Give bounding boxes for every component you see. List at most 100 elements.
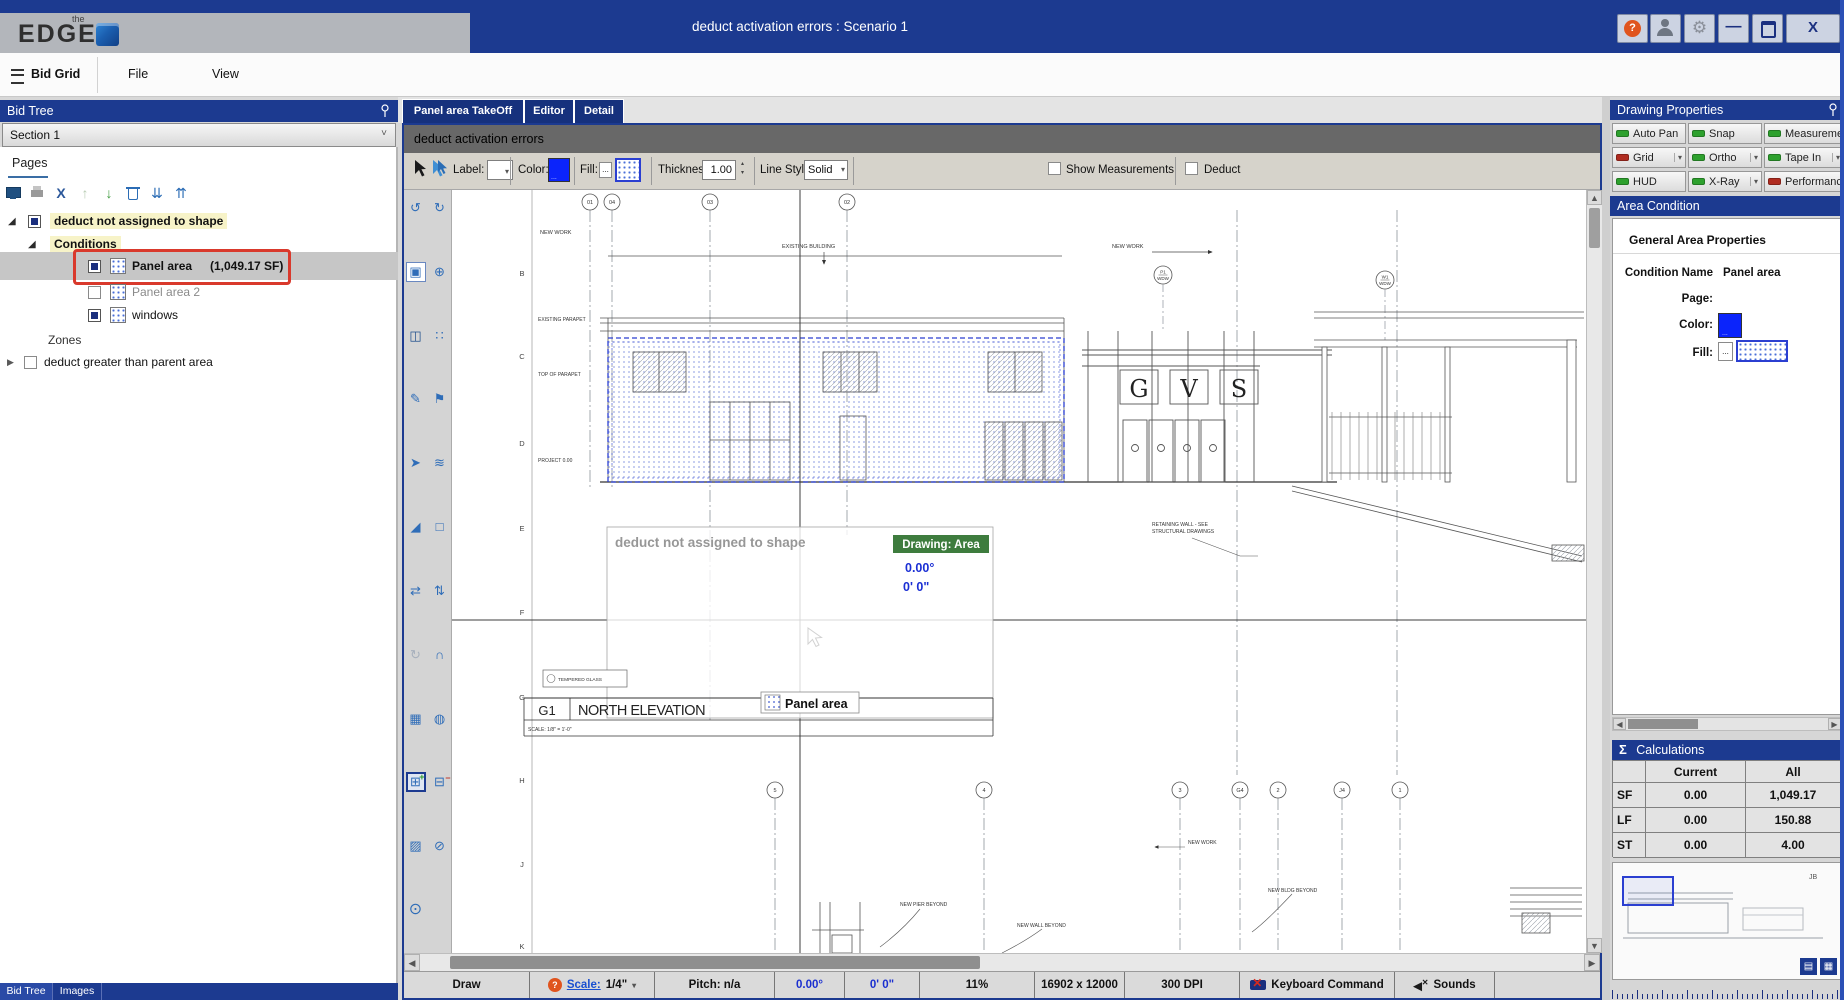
settings-button[interactable]: ⚙ [1684, 14, 1715, 43]
tree-row-panel-area[interactable]: Panel area (1,049.17 SF) [0, 252, 398, 280]
magnify-icon[interactable]: ⊙ [406, 900, 426, 920]
arc-icon[interactable]: ∩ [430, 645, 450, 665]
scroll-down-icon[interactable]: ▼ [1587, 938, 1602, 953]
tree-row-deduct-zone[interactable]: ▶ deduct greater than parent area [0, 351, 398, 373]
tree-row-panel-area-2[interactable]: Panel area 2 [0, 281, 398, 303]
tree-row-deduct-page[interactable]: ◢ deduct not assigned to shape [0, 210, 398, 232]
color-swatch[interactable]: ... [548, 158, 570, 182]
undo-icon[interactable]: ↺ [406, 198, 426, 218]
deduct-checkbox[interactable] [1185, 162, 1198, 175]
tree-checkbox[interactable] [28, 215, 41, 228]
show-measurements-checkbox[interactable] [1048, 162, 1061, 175]
flip-horizontal-icon[interactable]: ⇄ [406, 581, 426, 601]
menu-file[interactable]: File [128, 67, 148, 81]
hscroll-thumb[interactable] [450, 956, 980, 969]
rotate-icon[interactable]: ↻ [406, 645, 426, 665]
collapse-tree-icon[interactable]: ⇈ [172, 184, 190, 202]
scroll-left-icon[interactable]: ◀ [1613, 718, 1626, 730]
add-area-icon[interactable]: ⊞+ [406, 772, 426, 792]
tab-editor[interactable]: Editor [525, 100, 573, 123]
tree-checkbox[interactable] [24, 356, 37, 369]
move-up-icon[interactable]: ↑ [76, 184, 94, 202]
print-icon[interactable] [28, 184, 46, 202]
help-button[interactable]: ? [1617, 14, 1648, 43]
navigator-viewport[interactable] [1623, 877, 1673, 905]
toggle-measurements[interactable]: Measurements [1764, 123, 1844, 144]
redo-icon[interactable]: ↻ [430, 198, 450, 218]
hatch-area-icon[interactable]: ▨ [406, 836, 426, 856]
right-splitter[interactable] [1602, 97, 1610, 1000]
hatch-circle-icon[interactable]: ⊘ [430, 836, 450, 856]
layers-icon[interactable]: ◫ [406, 326, 426, 346]
panel-area-canvas-label[interactable]: Panel area [761, 692, 859, 713]
pages-tab[interactable]: Pages [12, 156, 47, 170]
condition-fill-swatch[interactable] [1736, 340, 1788, 362]
tab-panel-area-takeoff[interactable]: Panel area TakeOff [403, 100, 523, 123]
fill-ellipsis-button[interactable]: ... [599, 162, 612, 178]
status-sounds[interactable]: ◀✕ Sounds [1395, 972, 1495, 998]
user-button[interactable] [1650, 14, 1681, 43]
fit-view-icon[interactable]: ∷ [430, 326, 450, 346]
stamp-icon[interactable]: ⚑ [430, 389, 450, 409]
image-icon[interactable]: ▦ [406, 709, 426, 729]
pin-icon[interactable] [1828, 103, 1838, 117]
note-icon[interactable]: ✎ [406, 389, 426, 409]
menu-view[interactable]: View [212, 67, 239, 81]
canvas-hscrollbar[interactable]: ◀ ▶ [404, 953, 1600, 971]
condition-color-swatch[interactable]: ... [1718, 313, 1742, 338]
pages-view-icon[interactable] [4, 184, 22, 202]
world-icon[interactable]: ◍ [430, 709, 450, 729]
navigator-preview[interactable]: JB ▤ ▦ [1612, 862, 1842, 980]
fill-pattern-swatch[interactable] [615, 158, 641, 182]
tab-images[interactable]: Images [53, 983, 102, 1000]
expander-icon[interactable]: ◢ [28, 239, 36, 250]
tab-detail[interactable]: Detail [575, 100, 623, 123]
minimize-button[interactable]: — [1718, 14, 1749, 43]
toggle-x-ray[interactable]: X-Ray▾ [1688, 171, 1762, 192]
maximize-button[interactable] [1752, 14, 1783, 43]
toggle-performance[interactable]: Performance [1764, 171, 1844, 192]
slope-icon[interactable]: ◢ [406, 517, 426, 537]
tree-checkbox[interactable] [88, 286, 101, 299]
scroll-right-icon[interactable]: ▶ [1584, 954, 1600, 971]
section-dropdown[interactable]: Section 1 ˅ [2, 123, 396, 147]
expand-tree-icon[interactable]: ⇊ [148, 184, 166, 202]
toggle-grid[interactable]: Grid▾ [1612, 147, 1686, 168]
toggle-auto-pan[interactable]: Auto Pan [1612, 123, 1686, 144]
multi-select-cursor-icon[interactable] [431, 159, 449, 178]
drawing-canvas[interactable]: B C D E F G H J K [452, 190, 1586, 953]
fill-ellipsis-button[interactable]: ... [1718, 342, 1733, 361]
subtract-area-icon[interactable]: ⊟− [430, 772, 450, 792]
menu-bid-grid[interactable]: Bid Grid [31, 67, 80, 81]
properties-hscrollbar[interactable]: ◀ ▶ [1612, 717, 1842, 731]
flip-vertical-icon[interactable]: ⇅ [430, 581, 450, 601]
tag-icon[interactable]: ➤ [406, 453, 426, 473]
pin-icon[interactable] [380, 104, 390, 118]
zoom-in-icon[interactable]: ⊕ [430, 262, 450, 282]
canvas-vscrollbar[interactable]: ▲ ▼ [1586, 190, 1602, 953]
navigator-image-button[interactable]: ▦ [1820, 958, 1837, 975]
toggle-hud[interactable]: HUD [1612, 171, 1686, 192]
thickness-stepper[interactable]: ▴▾ [737, 160, 748, 180]
status-keyboard[interactable]: ✕ Keyboard Command [1240, 972, 1395, 998]
toggle-ortho[interactable]: Ortho▾ [1688, 147, 1762, 168]
select-cursor-icon[interactable] [413, 159, 427, 178]
expander-icon[interactable]: ◢ [8, 216, 16, 227]
close-button[interactable]: X [1786, 14, 1840, 43]
expander-icon[interactable]: ▶ [7, 357, 14, 368]
toggle-tape-in[interactable]: Tape In▾ [1764, 147, 1844, 168]
properties-hscroll-thumb[interactable] [1628, 719, 1698, 729]
status-scale[interactable]: ? Scale: 1/4" ▾ [530, 972, 655, 998]
tree-row-windows[interactable]: windows [0, 304, 398, 326]
vscroll-thumb[interactable] [1589, 208, 1600, 248]
line-style-dropdown[interactable]: Solid▾ [804, 160, 848, 180]
navigator-layers-button[interactable]: ▤ [1800, 958, 1817, 975]
highlighter-icon[interactable]: ≋ [430, 453, 450, 473]
tree-checkbox[interactable] [88, 309, 101, 322]
delete-icon[interactable] [124, 184, 142, 202]
scroll-up-icon[interactable]: ▲ [1587, 190, 1602, 205]
scroll-left-icon[interactable]: ◀ [404, 954, 420, 971]
move-down-icon[interactable]: ↓ [100, 184, 118, 202]
zoom-window-icon[interactable]: ▣ [406, 262, 426, 282]
toggle-snap[interactable]: Snap [1688, 123, 1762, 144]
